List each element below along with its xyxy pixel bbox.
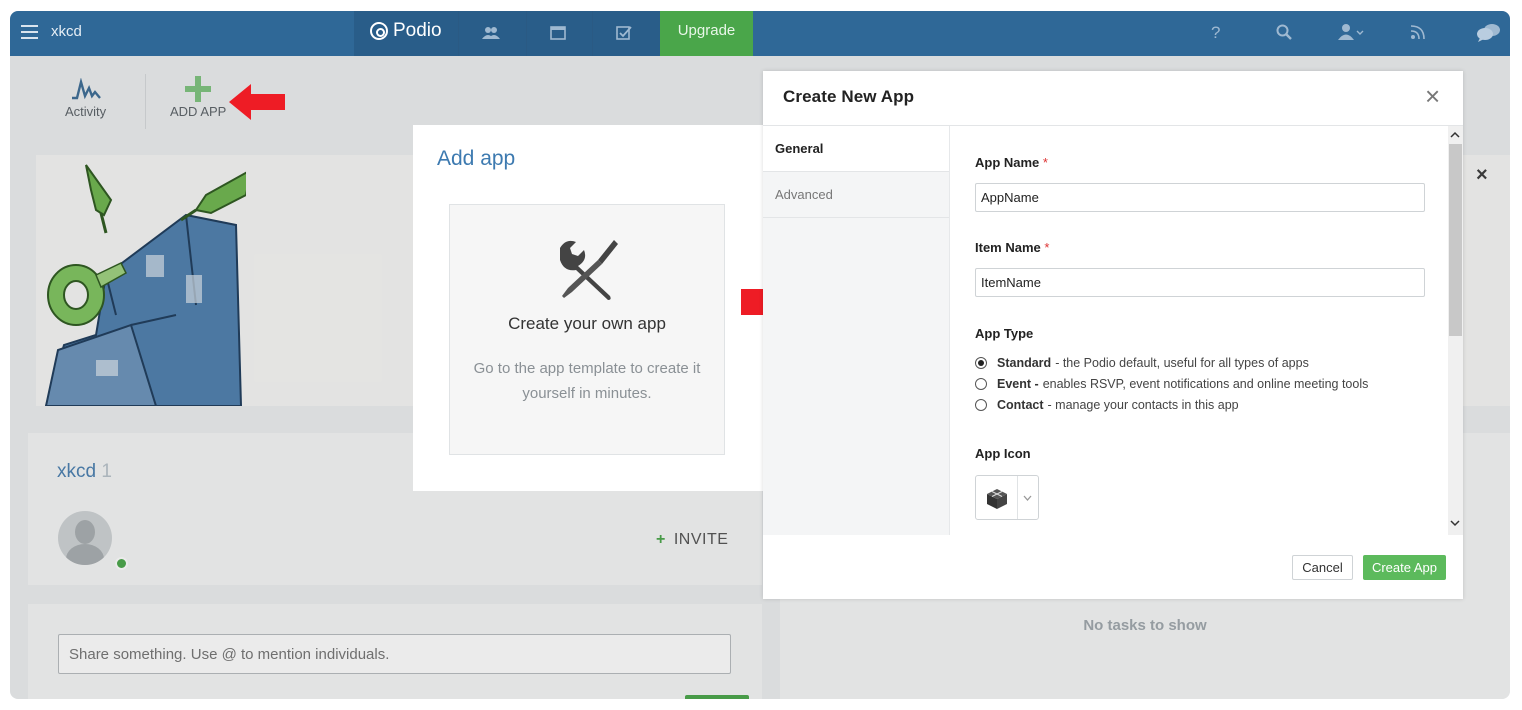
tab-general[interactable]: General — [763, 126, 949, 172]
radio-button[interactable] — [975, 399, 987, 411]
modal-header: Create New App × — [763, 71, 1463, 126]
podio-window: xkcd Podio Upgrade ? Activity ADD APP × … — [10, 11, 1510, 699]
option-description: Go to the app template to create it your… — [473, 360, 701, 402]
nav-divider — [526, 11, 527, 56]
required-mark: * — [1044, 240, 1050, 255]
chat-icon[interactable] — [1477, 23, 1501, 42]
modal-body: App Name * Item Name * App Type Standard… — [975, 126, 1445, 535]
create-app-button[interactable]: Create App — [1363, 555, 1446, 580]
tab-advanced[interactable]: Advanced — [763, 172, 949, 218]
app-type-name: Standard — [997, 356, 1052, 370]
required-mark: * — [1042, 155, 1048, 170]
app-name-input[interactable] — [975, 183, 1425, 212]
wrench-screwdriver-icon — [560, 240, 618, 300]
workspace-name[interactable]: xkcd — [51, 23, 82, 40]
modal-footer: Cancel Create App — [763, 535, 1463, 599]
app-type-desc: - the Podio default, useful for all type… — [1055, 356, 1309, 370]
radio-button[interactable] — [975, 357, 987, 369]
app-name-label: App Name * — [975, 155, 1048, 170]
app-icon-label: App Icon — [975, 446, 1031, 461]
podio-logo-icon — [370, 22, 388, 40]
search-icon[interactable] — [1276, 24, 1292, 40]
app-type-desc: enables RSVP, event notifications and on… — [1042, 377, 1369, 391]
radio-button[interactable] — [975, 378, 987, 390]
app-name-label-text: App Name — [975, 155, 1040, 170]
item-name-input[interactable] — [975, 268, 1425, 297]
calendar-icon[interactable] — [550, 25, 566, 40]
close-icon[interactable]: × — [1425, 83, 1440, 109]
cancel-button[interactable]: Cancel — [1292, 555, 1353, 580]
nav-divider — [458, 11, 459, 56]
nav-divider — [592, 11, 593, 56]
top-navigation-bar: xkcd Podio Upgrade ? — [10, 11, 1510, 56]
hamburger-menu-icon[interactable] — [21, 25, 38, 39]
scrollbar-thumb[interactable] — [1449, 144, 1462, 336]
app-icon-picker[interactable] — [975, 475, 1039, 520]
brand-name: Podio — [393, 20, 442, 41]
contacts-icon[interactable] — [482, 26, 500, 40]
tasks-icon[interactable] — [616, 25, 632, 40]
profile-icon[interactable] — [1338, 23, 1364, 41]
podio-logo[interactable]: Podio — [370, 20, 442, 42]
create-new-app-modal: Create New App × General Advanced App Na… — [763, 71, 1463, 599]
add-app-title: Add app — [437, 147, 516, 170]
item-name-label: Item Name * — [975, 240, 1049, 255]
app-type-name: Contact — [997, 398, 1044, 412]
upgrade-button[interactable]: Upgrade — [660, 11, 753, 56]
app-type-name: Event - — [997, 377, 1039, 391]
item-name-label-text: Item Name — [975, 240, 1041, 255]
add-app-modal: Add app Create your own app Go to the ap… — [413, 125, 763, 491]
modal-tabs: General Advanced — [763, 126, 950, 535]
app-type-label: App Type — [975, 326, 1034, 341]
app-type-event[interactable]: Event - enables RSVP, event notification… — [975, 377, 1368, 391]
picker-divider — [1017, 476, 1018, 519]
red-arrow-left-icon — [229, 84, 285, 120]
app-type-contact[interactable]: Contact - manage your contacts in this a… — [975, 398, 1239, 412]
scroll-down-icon[interactable] — [1450, 518, 1460, 528]
help-icon[interactable]: ? — [1211, 23, 1220, 43]
chevron-down-icon — [1023, 495, 1032, 501]
app-type-desc: - manage your contacts in this app — [1047, 398, 1239, 412]
feed-icon[interactable] — [1410, 24, 1426, 40]
option-title: Create your own app — [508, 314, 666, 333]
scroll-up-icon[interactable] — [1450, 130, 1460, 140]
create-own-app-option[interactable]: Create your own app Go to the app templa… — [449, 204, 725, 455]
modal-title: Create New App — [783, 87, 915, 106]
app-type-standard[interactable]: Standard - the Podio default, useful for… — [975, 356, 1309, 370]
modal-scrollbar[interactable] — [1448, 126, 1463, 535]
cube-icon — [987, 489, 1007, 509]
